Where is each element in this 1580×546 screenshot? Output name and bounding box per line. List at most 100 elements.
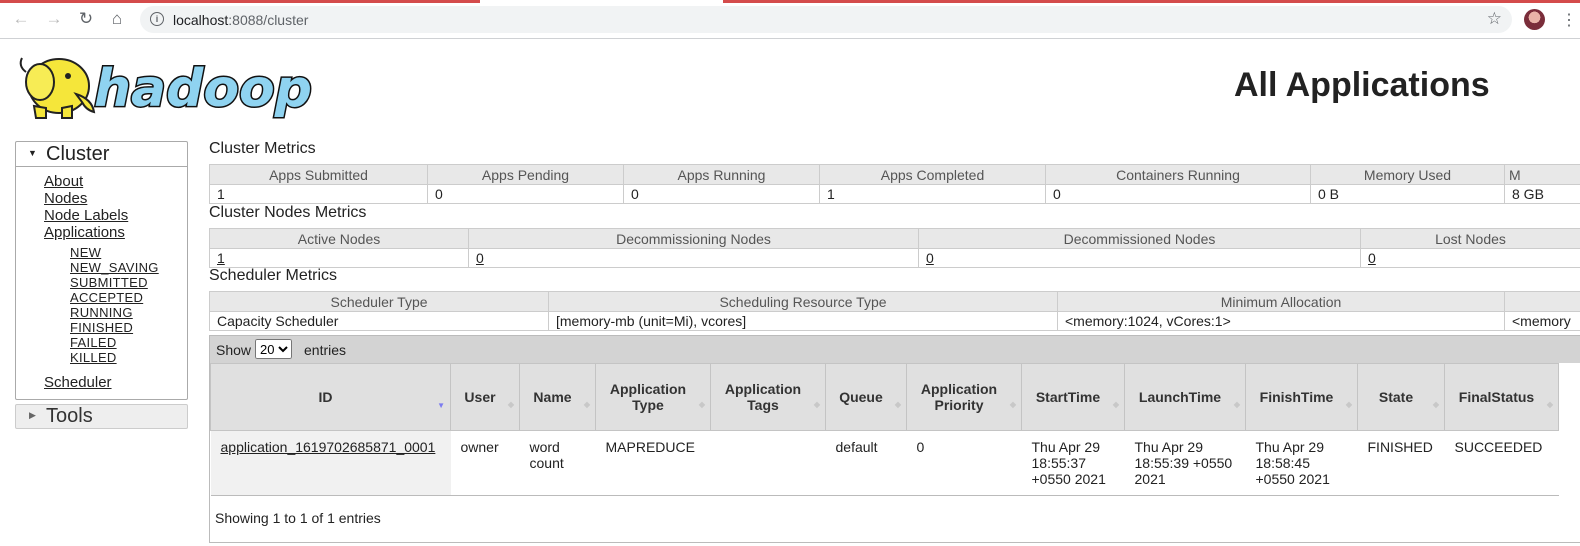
sidebar-state-new-saving[interactable]: NEW_SAVING <box>70 260 187 275</box>
sidebar-state-new[interactable]: NEW <box>70 245 187 260</box>
scheduler-metric-value: Capacity Scheduler <box>209 311 549 331</box>
sidebar-state-failed[interactable]: FAILED <box>70 335 187 350</box>
metric-header: Apps Completed <box>819 164 1046 185</box>
table-length-toolbar: Show 20 entries <box>210 336 1580 363</box>
table-row: application_1619702685871_0001 owner wor… <box>210 430 1559 496</box>
sidebar-state-finished[interactable]: FINISHED <box>70 320 187 335</box>
column-header-state[interactable]: State ◆ <box>1357 363 1445 431</box>
sidebar-tools-panel[interactable]: ▶ Tools <box>15 404 188 429</box>
page-size-select[interactable]: 20 <box>255 339 292 359</box>
node-metric-header: Active Nodes <box>209 228 469 249</box>
column-header-queue[interactable]: Queue ◆ <box>825 363 907 431</box>
scheduler-metric-value: <memory <box>1504 311 1580 331</box>
metric-header: Containers Running <box>1045 164 1311 185</box>
scheduler-metrics-table: Scheduler Type Scheduling Resource Type … <box>209 291 1580 331</box>
active-nodes-link[interactable]: 1 <box>217 250 225 266</box>
cell-priority: 0 <box>906 430 1022 496</box>
sidebar-link-nodes[interactable]: Nodes <box>44 190 187 207</box>
sort-icon[interactable]: ◆ <box>895 397 901 413</box>
sidebar-state-accepted[interactable]: ACCEPTED <box>70 290 187 305</box>
metric-value: 0 B <box>1310 184 1505 204</box>
sort-icon[interactable]: ◆ <box>1113 397 1119 413</box>
table-header-row: ID ▼ User ◆ Name ◆ Application Type ◆ Applic… <box>210 363 1559 431</box>
cell-start-time: Thu Apr 29 18:55:37 +0550 2021 <box>1021 430 1125 496</box>
column-header-start-time[interactable]: StartTime ◆ <box>1021 363 1125 431</box>
reload-icon[interactable]: ↻ <box>77 10 95 28</box>
scheduler-metric-value: [memory-mb (unit=Mi), vcores] <box>548 311 1058 331</box>
node-metric-header: Decommissioned Nodes <box>918 228 1361 249</box>
metric-header: Apps Pending <box>427 164 624 185</box>
sidebar-link-node-labels[interactable]: Node Labels <box>44 207 187 224</box>
cell-name: word count <box>519 430 596 496</box>
sidebar-state-killed[interactable]: KILLED <box>70 350 187 365</box>
menu-icon[interactable]: ⋮ <box>1561 10 1577 30</box>
sort-icon[interactable]: ◆ <box>1346 397 1352 413</box>
sort-icon[interactable]: ◆ <box>699 397 705 413</box>
sort-desc-icon[interactable]: ▼ <box>437 398 445 414</box>
column-header-application-type[interactable]: Application Type ◆ <box>595 363 711 431</box>
node-metric-header: Lost Nodes <box>1360 228 1580 249</box>
back-icon[interactable]: ← <box>12 10 30 28</box>
cell-finish-time: Thu Apr 29 18:58:45 +0550 2021 <box>1245 430 1358 496</box>
sort-icon[interactable]: ◆ <box>584 397 590 413</box>
decommissioning-nodes-link[interactable]: 0 <box>476 250 484 266</box>
metric-value: 0 <box>623 184 820 204</box>
application-id-link[interactable]: application_1619702685871_0001 <box>221 439 436 455</box>
cell-final-status: SUCCEEDED <box>1444 430 1559 496</box>
lost-nodes-link[interactable]: 0 <box>1368 250 1376 266</box>
sidebar-link-applications[interactable]: Applications <box>44 224 187 241</box>
column-header-application-priority[interactable]: Application Priority ◆ <box>906 363 1022 431</box>
sidebar-link-scheduler[interactable]: Scheduler <box>44 374 187 391</box>
show-label: Show <box>216 342 252 358</box>
metric-value: 1 <box>209 184 428 204</box>
page-title: All Applications <box>1234 66 1490 104</box>
metric-header: Apps Submitted <box>209 164 428 185</box>
metric-value: 0 <box>427 184 624 204</box>
forward-icon[interactable]: → <box>45 10 63 28</box>
sort-icon[interactable]: ◆ <box>1433 397 1439 413</box>
metric-value: 0 <box>1045 184 1311 204</box>
sidebar-cluster-panel: ▼ Cluster About Nodes Node Labels Applic… <box>15 141 188 400</box>
sidebar-state-running[interactable]: RUNNING <box>70 305 187 320</box>
sort-icon[interactable]: ◆ <box>814 397 820 413</box>
column-header-application-tags[interactable]: Application Tags ◆ <box>710 363 826 431</box>
cell-user: owner <box>450 430 520 496</box>
url-text[interactable]: localhost:8088/cluster <box>173 12 308 28</box>
cluster-metrics-title: Cluster Metrics <box>209 140 316 157</box>
cluster-section-header[interactable]: ▼ Cluster <box>16 142 187 167</box>
star-icon[interactable]: ☆ <box>1487 9 1502 29</box>
sort-icon[interactable]: ◆ <box>1547 397 1553 413</box>
info-icon[interactable]: i <box>150 12 164 26</box>
profile-avatar[interactable] <box>1524 9 1545 30</box>
cell-application-type: MAPREDUCE <box>595 430 711 496</box>
metric-header: Apps Running <box>623 164 820 185</box>
decommissioned-nodes-link[interactable]: 0 <box>926 250 934 266</box>
sidebar-link-about[interactable]: About <box>44 173 187 190</box>
sidebar-state-submitted[interactable]: SUBMITTED <box>70 275 187 290</box>
browser-toolbar: ← → ↻ ⌂ i localhost:8088/cluster ☆ ⋮ <box>0 0 1580 39</box>
column-header-id[interactable]: ID ▼ <box>210 363 451 431</box>
expand-triangle-icon[interactable]: ▶ <box>29 410 36 421</box>
table-info-footer: Showing 1 to 1 of 1 entries <box>215 510 381 526</box>
column-header-final-status[interactable]: FinalStatus ◆ <box>1444 363 1559 431</box>
sort-icon[interactable]: ◆ <box>508 397 514 413</box>
column-header-finish-time[interactable]: FinishTime ◆ <box>1245 363 1358 431</box>
cell-launch-time: Thu Apr 29 18:55:39 +0550 2021 <box>1124 430 1246 496</box>
collapse-triangle-icon[interactable]: ▼ <box>28 148 37 158</box>
cell-queue: default <box>825 430 907 496</box>
cell-application-tags <box>710 430 826 496</box>
sort-icon[interactable]: ◆ <box>1234 397 1240 413</box>
svg-text:hadoop: hadoop <box>94 59 312 119</box>
column-header-user[interactable]: User ◆ <box>450 363 520 431</box>
cluster-nodes-metrics-table: Active Nodes Decommissioning Nodes Decom… <box>209 228 1580 268</box>
column-header-launch-time[interactable]: LaunchTime ◆ <box>1124 363 1246 431</box>
address-bar[interactable]: i localhost:8088/cluster ☆ <box>140 6 1512 33</box>
home-icon[interactable]: ⌂ <box>108 10 126 28</box>
column-header-name[interactable]: Name ◆ <box>519 363 596 431</box>
tab-strip-accent <box>0 0 1580 3</box>
scheduler-metric-header: Scheduling Resource Type <box>548 291 1058 312</box>
hadoop-logo: hadoop <box>19 58 314 120</box>
sort-icon[interactable]: ◆ <box>1010 397 1016 413</box>
scheduler-metric-header <box>1504 291 1580 312</box>
metric-value: 1 <box>819 184 1046 204</box>
